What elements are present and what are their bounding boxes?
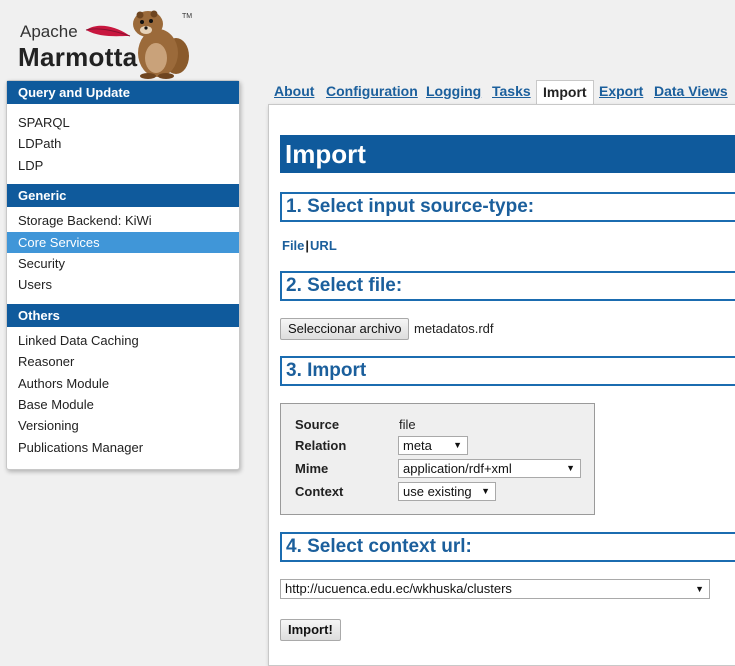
relation-select-value: meta [403,438,432,453]
sidebar-item-ldpath[interactable]: LDPath [7,133,239,154]
section-select-file: 2. Select file: [280,271,735,301]
import-button[interactable]: Import! [280,619,341,641]
marmot-mascot-icon: TM [85,10,192,79]
mime-select[interactable]: application/rdf+xml ▼ [398,459,581,478]
context-url-select[interactable]: http://ucuenca.edu.ec/wkhuska/clusters ▼ [280,579,710,599]
context-url-value: http://ucuenca.edu.ec/wkhuska/clusters [285,581,512,596]
sidebar-item-versioning[interactable]: Versioning [7,415,239,436]
chevron-down-icon: ▼ [481,486,490,496]
tab-export[interactable]: Export [599,83,643,99]
choose-file-button[interactable]: Seleccionar archivo [280,318,410,340]
chevron-down-icon: ▼ [695,584,704,594]
section-select-context-url: 4. Select context url: [280,532,735,562]
relation-label: Relation [295,438,347,453]
apache-marmotta-logo: Apache Marmotta TM [18,8,218,79]
sidebar-section-others: Others [7,303,239,327]
tab-about[interactable]: About [274,83,314,99]
tab-tasks[interactable]: Tasks [492,83,531,99]
source-url-link[interactable]: URL [310,238,337,253]
tab-data-views[interactable]: Data Views [654,83,728,99]
top-tabs: About Configuration Logging Tasks Import… [268,80,735,105]
chevron-down-icon: ▼ [566,463,575,473]
logo-tm: TM [182,13,192,20]
sidebar-item-security[interactable]: Security [7,253,239,274]
sidebar-item-reasoner[interactable]: Reasoner [7,351,239,372]
context-select[interactable]: use existing ▼ [398,482,496,501]
source-value: file [399,417,416,432]
context-select-value: use existing [403,484,472,499]
source-file-link[interactable]: File [282,238,304,253]
tab-logging[interactable]: Logging [426,83,481,99]
sidebar-item-ldp[interactable]: LDP [7,155,239,176]
sidebar-item-storage-backend[interactable]: Storage Backend: KiWi [7,210,239,231]
tab-import[interactable]: Import [536,80,594,105]
section-import: 3. Import [280,356,735,386]
source-type-links: File|URL [282,238,337,253]
sidebar-section-query-and-update: Query and Update [7,81,239,104]
mime-label: Mime [295,461,329,476]
import-settings-box: Source file Relation meta ▼ Mime applica… [280,403,595,515]
relation-select[interactable]: meta ▼ [398,436,468,455]
sidebar-item-users[interactable]: Users [7,274,239,295]
sidebar-menu: Query and Update SPARQL LDPath LDP Gener… [6,80,240,470]
mime-select-value: application/rdf+xml [403,461,512,476]
page-title: Import [280,135,735,173]
sidebar-item-base-module[interactable]: Base Module [7,394,239,415]
sidebar-item-authors-module[interactable]: Authors Module [7,373,239,394]
chevron-down-icon: ▼ [453,440,462,450]
logo-apache-text: Apache [20,22,78,41]
sidebar-section-generic: Generic [7,184,239,208]
sidebar-item-publications-manager[interactable]: Publications Manager [7,437,239,458]
tab-configuration[interactable]: Configuration [326,83,418,99]
source-label: Source [295,417,340,432]
section-select-source-type: 1. Select input source-type: [280,192,735,222]
sidebar-item-sparql[interactable]: SPARQL [7,112,239,133]
sidebar-item-linked-data-caching[interactable]: Linked Data Caching [7,330,239,351]
main-panel: Import 1. Select input source-type: File… [268,104,735,666]
selected-file-name: metadatos.rdf [414,321,494,336]
sidebar-item-core-services[interactable]: Core Services [7,231,239,253]
context-label: Context [295,484,344,499]
